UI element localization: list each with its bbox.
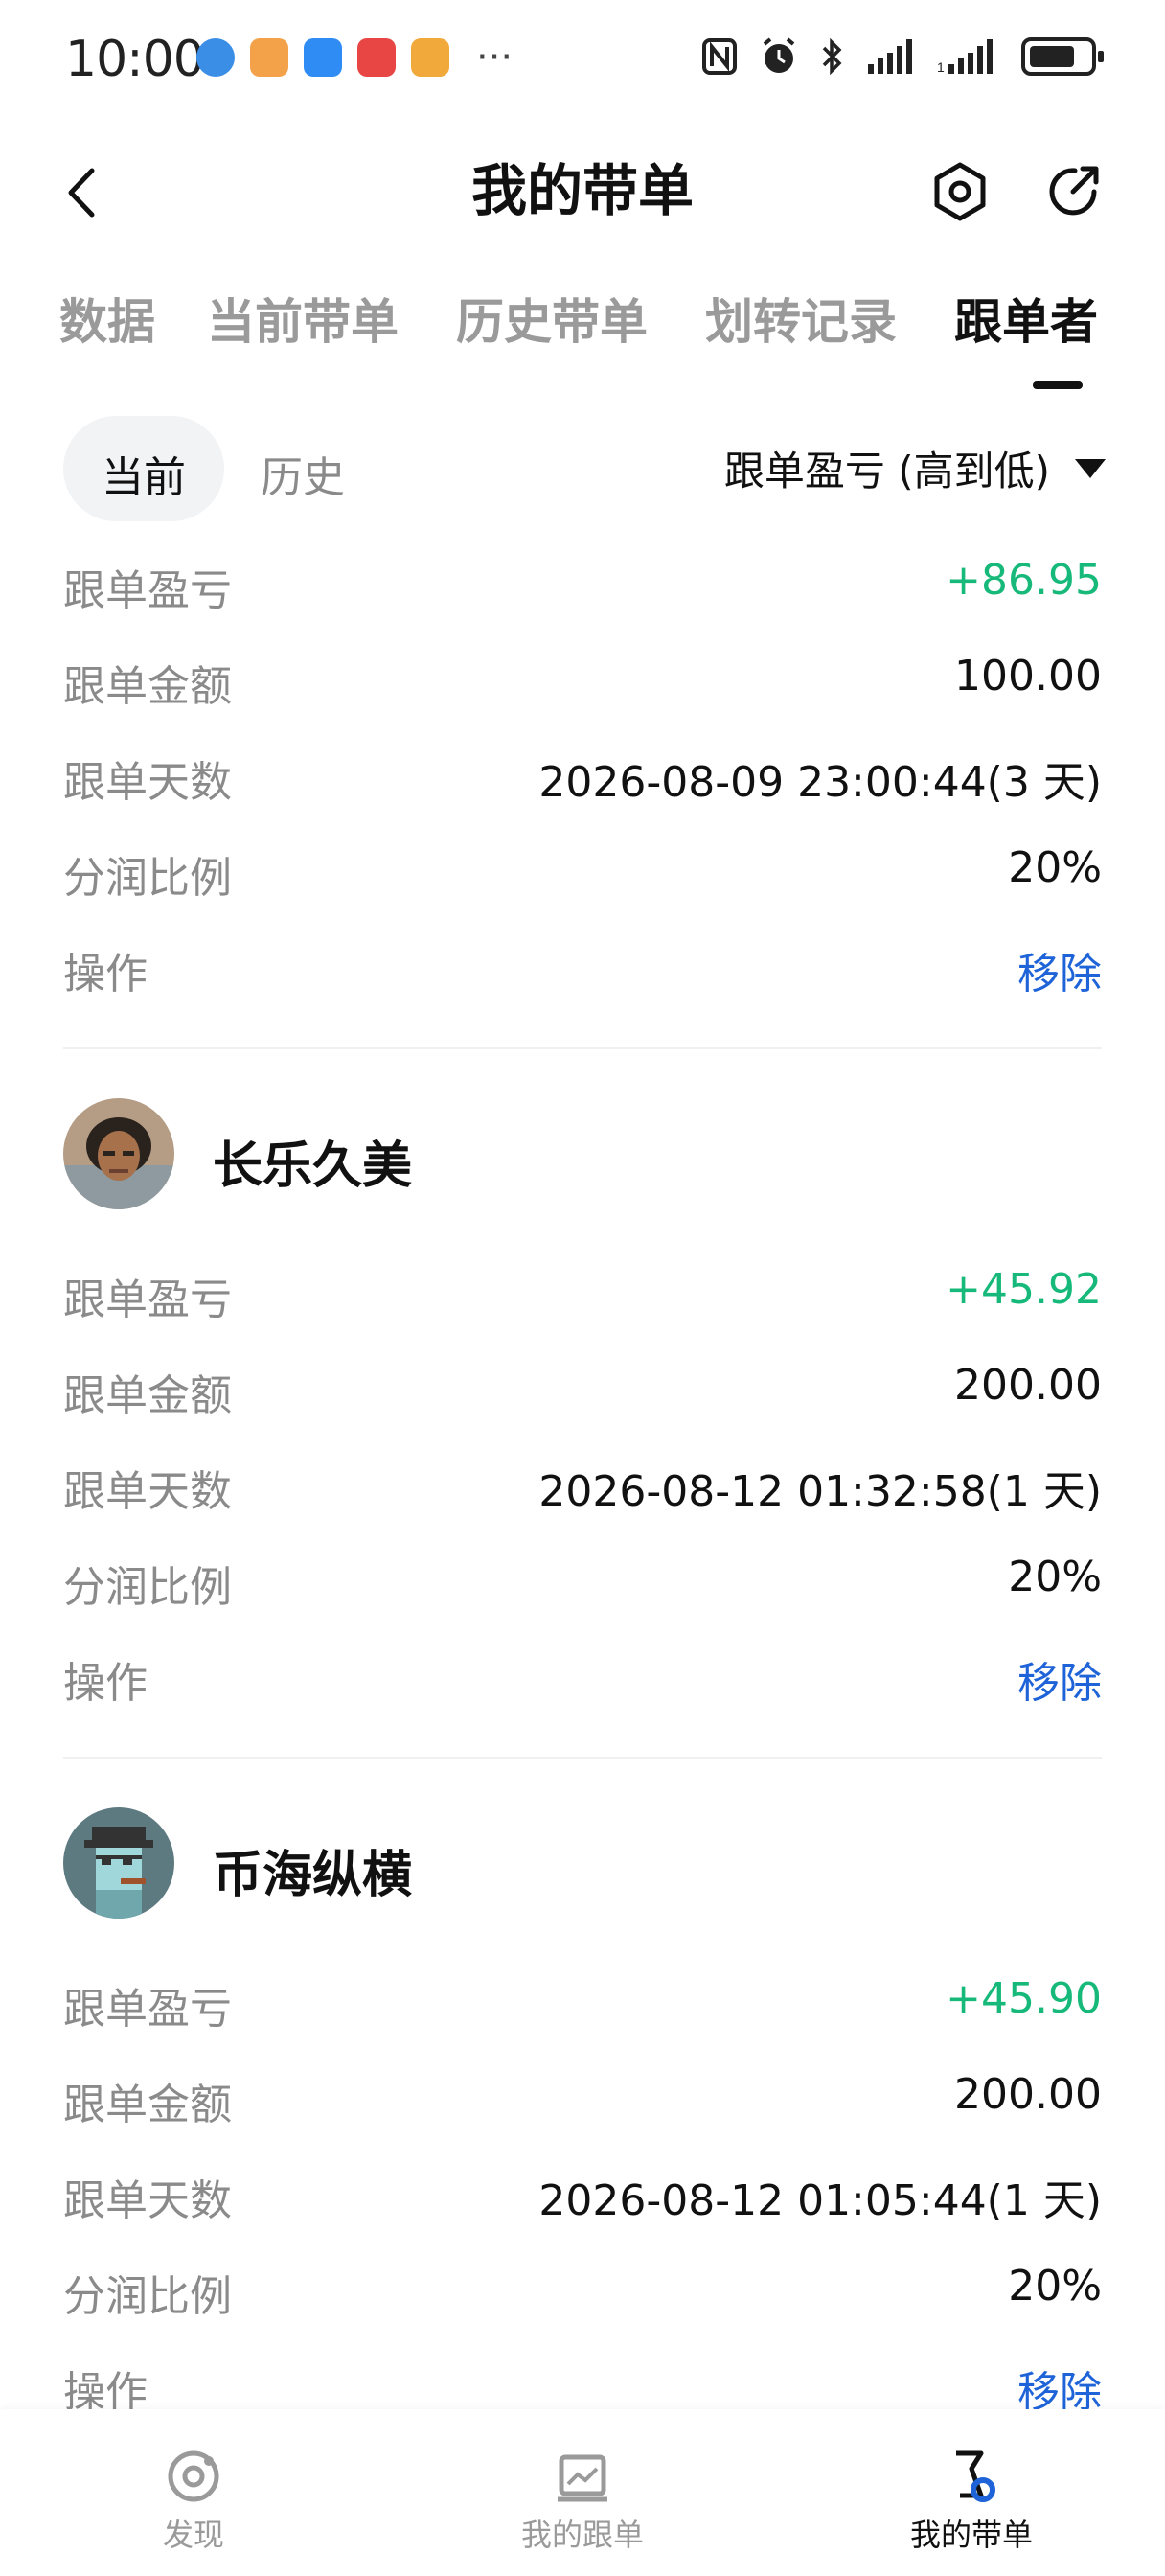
discover-icon xyxy=(168,2450,219,2502)
action-label: 操作 xyxy=(63,950,148,999)
tab-data[interactable]: 数据 xyxy=(59,284,155,353)
follower-header[interactable]: 币海纵横 xyxy=(63,1807,830,1920)
tab-transfer-records[interactable]: 划转记录 xyxy=(705,284,897,353)
days-value: 2026-08-09 23:00:44(3 天) xyxy=(538,758,1102,807)
nav-label: 发现 xyxy=(162,2517,224,2553)
status-bar: 10:00 ··· 1 xyxy=(0,0,1165,115)
signal-icon xyxy=(868,39,912,74)
bluetooth-icon xyxy=(822,37,842,76)
amount-value: 200.00 xyxy=(954,1361,1102,1410)
signal-icon: 1 xyxy=(937,39,993,75)
active-tab-indicator xyxy=(1033,381,1083,389)
tab-followers[interactable]: 跟单者 xyxy=(954,284,1098,353)
app-notification-icon xyxy=(411,38,449,77)
sort-label: 跟单盈亏 (高到低) xyxy=(723,448,1050,494)
alarm-icon xyxy=(763,37,795,73)
follower-header[interactable]: 长乐久美 xyxy=(63,1098,830,1211)
follower-row-action: 操作 移除 xyxy=(63,2358,1102,2417)
follower-name: 长乐久美 xyxy=(213,1138,413,1195)
follower-row-days: 跟单天数 2026-08-12 01:05:44(1 天) xyxy=(63,2166,1102,2225)
pnl-label: 跟单盈亏 xyxy=(63,566,232,615)
pnl-value: +86.95 xyxy=(946,556,1102,605)
app-header: 我的带单 xyxy=(0,134,1165,249)
nfc-icon xyxy=(702,38,737,75)
bottom-nav: 发现 我的跟单 我的带单 xyxy=(0,2409,1165,2576)
pnl-label: 跟单盈亏 xyxy=(63,1276,232,1324)
follower-row-share: 分润比例 20% xyxy=(63,1552,1102,1612)
days-value: 2026-08-12 01:32:58(1 天) xyxy=(538,1467,1102,1516)
follower-row-days: 跟单天数 2026-08-09 23:00:44(3 天) xyxy=(63,748,1102,807)
follower-row-action: 操作 移除 xyxy=(63,939,1102,1000)
follower-row-pnl: 跟单盈亏 +86.95 xyxy=(63,556,1102,615)
settings-icon[interactable] xyxy=(927,159,993,224)
remove-button[interactable]: 移除 xyxy=(1017,939,1102,1000)
pnl-value: +45.90 xyxy=(946,1974,1102,2023)
notification-icons: ··· xyxy=(196,38,513,77)
share-value: 20% xyxy=(1008,843,1102,892)
more-notifications: ··· xyxy=(476,35,514,80)
follower-row-amount: 跟单金额 200.00 xyxy=(63,1361,1102,1420)
days-label: 跟单天数 xyxy=(63,758,232,807)
nav-my-lead[interactable]: 我的带单 xyxy=(857,2448,1086,2555)
avatar xyxy=(63,1807,174,1919)
nav-label: 我的跟单 xyxy=(520,2517,644,2553)
remove-button[interactable]: 移除 xyxy=(1017,1648,1102,1710)
tab-current-lead[interactable]: 当前带单 xyxy=(207,284,399,353)
follower-row-pnl: 跟单盈亏 +45.90 xyxy=(63,1974,1102,2034)
nav-my-follows[interactable]: 我的跟单 xyxy=(468,2448,697,2555)
follower-row-pnl: 跟单盈亏 +45.92 xyxy=(63,1265,1102,1324)
share-icon[interactable] xyxy=(1040,157,1108,224)
follower-row-amount: 跟单金额 200.00 xyxy=(63,2070,1102,2129)
subtab-current[interactable]: 当前 xyxy=(63,443,224,504)
divider xyxy=(63,1047,1102,1049)
follower-row-share: 分润比例 20% xyxy=(63,843,1102,903)
battery-icon xyxy=(1021,37,1104,76)
message-notification-icon xyxy=(304,38,342,77)
action-label: 操作 xyxy=(63,1659,148,1708)
follower-row-share: 分润比例 20% xyxy=(63,2262,1102,2321)
lead-trade-icon xyxy=(956,2450,995,2502)
tab-history-lead[interactable]: 历史带单 xyxy=(456,284,648,353)
share-value: 20% xyxy=(1008,2262,1102,2311)
app-notification-icon xyxy=(250,38,288,77)
nav-label: 我的带单 xyxy=(909,2517,1033,2553)
system-indicators: 1 xyxy=(701,36,1104,77)
tab-bar: 数据 当前带单 历史带单 划转记录 跟单者 xyxy=(59,284,1113,399)
avatar xyxy=(63,1098,174,1209)
video-notification-icon xyxy=(357,38,396,77)
app-notification-icon xyxy=(196,38,235,77)
days-value: 2026-08-12 01:05:44(1 天) xyxy=(538,2176,1102,2225)
chart-icon xyxy=(558,2454,607,2502)
amount-label: 跟单金额 xyxy=(63,662,232,711)
share-label: 分润比例 xyxy=(63,1563,232,1612)
amount-label: 跟单金额 xyxy=(63,2081,232,2129)
days-label: 跟单天数 xyxy=(63,1467,232,1516)
subtab-history[interactable]: 历史 xyxy=(261,443,345,504)
amount-value: 100.00 xyxy=(954,652,1102,701)
pnl-label: 跟单盈亏 xyxy=(63,1985,232,2034)
pnl-value: +45.92 xyxy=(946,1265,1102,1314)
divider xyxy=(63,1757,1102,1759)
status-time: 10:00 xyxy=(65,31,205,88)
share-label: 分润比例 xyxy=(63,2272,232,2321)
days-label: 跟单天数 xyxy=(63,2176,232,2225)
amount-label: 跟单金额 xyxy=(63,1371,232,1420)
share-label: 分润比例 xyxy=(63,854,232,903)
amount-value: 200.00 xyxy=(954,2070,1102,2119)
follower-row-amount: 跟单金额 100.00 xyxy=(63,652,1102,711)
nav-discover[interactable]: 发现 xyxy=(79,2448,308,2555)
sort-dropdown[interactable]: 跟单盈亏 (高到低) xyxy=(724,439,1106,497)
share-value: 20% xyxy=(1008,1552,1102,1601)
caret-down-icon xyxy=(1075,458,1106,478)
svg-text:1: 1 xyxy=(937,59,945,75)
follower-row-days: 跟单天数 2026-08-12 01:32:58(1 天) xyxy=(63,1457,1102,1516)
follower-name: 币海纵横 xyxy=(213,1847,413,1904)
follower-row-action: 操作 移除 xyxy=(63,1648,1102,1708)
